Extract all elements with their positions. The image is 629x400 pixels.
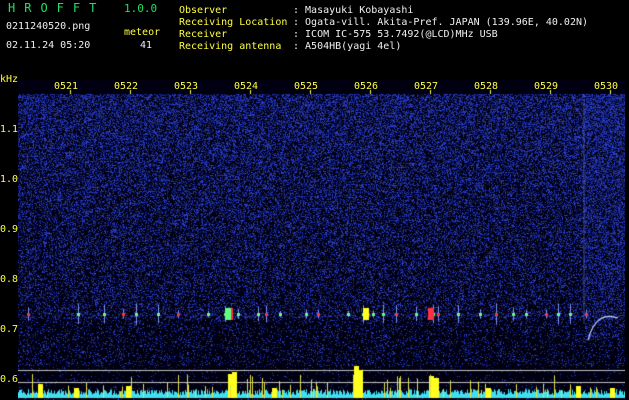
x-tick: 0530 — [594, 81, 619, 92]
file-name: 0211240520.png — [6, 21, 91, 32]
info-key-observer: Observer — [179, 5, 228, 16]
x-tick: 0528 — [474, 81, 499, 92]
info-value-receiver: : ICOM IC-575 53.7492(@LCD)MHz USB — [293, 29, 498, 40]
info-value-antenna: : A504HB(yagi 4el) — [293, 41, 402, 52]
info-key-antenna: Receiving antenna — [179, 41, 282, 52]
x-tick: 0524 — [234, 81, 259, 92]
info-key-location: Receiving Location — [179, 17, 288, 28]
y-tick: 1.1 — [0, 124, 19, 135]
x-tick: 0527 — [414, 81, 439, 92]
x-tick: 0529 — [534, 81, 559, 92]
spectrogram-canvas[interactable] — [18, 80, 625, 400]
y-tick: 0.9 — [0, 224, 19, 235]
hrofft-window: HROFFT 1.0.0 0211240520.png 02.11.24 05:… — [0, 0, 629, 400]
spectrogram[interactable]: 0521 0522 0523 0524 0525 0526 0527 0528 … — [18, 80, 625, 400]
x-tick: 0525 — [294, 81, 319, 92]
axis-unit: kHz — [0, 74, 19, 85]
y-tick: 0.7 — [0, 324, 19, 335]
info-key-receiver: Receiver — [179, 29, 228, 40]
app-title: HROFFT — [8, 1, 106, 15]
x-tick: 0522 — [114, 81, 139, 92]
info-value-observer: : Masayuki Kobayashi — [293, 5, 414, 16]
meteor-count: 41 — [140, 40, 153, 51]
frequency-axis: kHz 1.1 1.0 0.9 0.8 0.7 0.6 — [0, 75, 19, 400]
x-tick: 0526 — [354, 81, 379, 92]
meteor-label: meteor — [124, 27, 161, 38]
y-tick: 1.0 — [0, 174, 19, 185]
info-value-location: : Ogata-vill. Akita-Pref. JAPAN (139.96E… — [293, 17, 589, 28]
y-tick: 0.6 — [0, 374, 19, 385]
app-version: 1.0.0 — [124, 2, 158, 15]
x-tick: 0521 — [54, 81, 79, 92]
timestamp: 02.11.24 05:20 — [6, 40, 91, 51]
y-tick: 0.8 — [0, 274, 19, 285]
x-tick: 0523 — [174, 81, 199, 92]
